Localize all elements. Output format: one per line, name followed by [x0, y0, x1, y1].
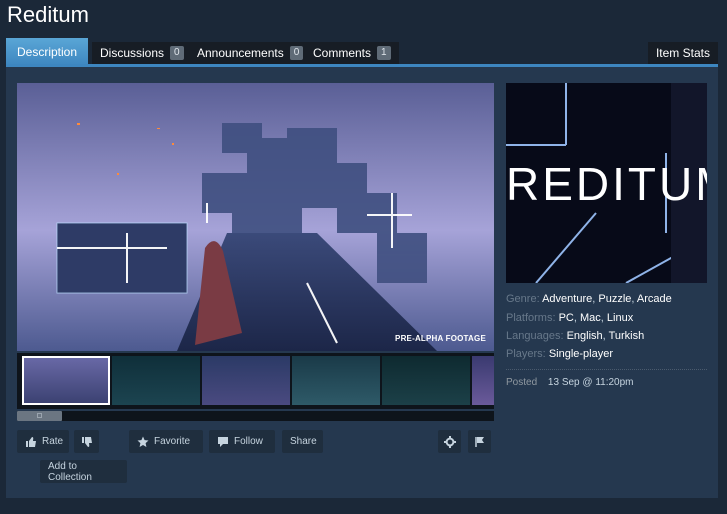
follow-label: Follow — [234, 436, 263, 447]
genre-link[interactable]: Arcade — [637, 293, 672, 305]
genre-row: Genre: Adventure, Puzzle, Arcade — [506, 293, 672, 305]
add-to-collection-label: Add to Collection — [48, 460, 92, 483]
settings-button[interactable] — [438, 430, 461, 453]
details-divider — [506, 369, 707, 370]
flag-icon — [474, 436, 484, 447]
tab-count-badge: 0 — [289, 46, 304, 60]
tab-comments[interactable]: Comments 1 — [305, 42, 399, 64]
players-row: Players: Single-player — [506, 348, 613, 360]
platform-link[interactable]: Linux — [607, 312, 633, 324]
languages-label: Languages: — [506, 330, 564, 342]
posted-label: Posted — [506, 377, 538, 388]
favorite-label: Favorite — [154, 436, 191, 447]
tab-announcements[interactable]: Announcements 0 — [189, 42, 312, 64]
language-link[interactable]: Turkish — [609, 330, 645, 342]
players-label: Players: — [506, 348, 546, 360]
posted-row: Posted 13 Sep @ 11:20pm — [506, 377, 634, 388]
rate-down-button[interactable] — [74, 430, 99, 453]
languages-row: Languages: English, Turkish — [506, 330, 645, 342]
platforms-label: Platforms: — [506, 312, 556, 324]
star-icon — [137, 436, 149, 447]
thumbs-up-icon — [26, 436, 36, 447]
tab-bar: Description Discussions 0 Announcements … — [6, 38, 718, 66]
thumbs-down-icon — [81, 436, 92, 447]
tab-count-badge: 0 — [170, 46, 184, 60]
tab-discussions[interactable]: Discussions 0 — [92, 42, 192, 64]
main-screenshot[interactable]: PRE-ALPHA FOOTAGE — [17, 83, 494, 351]
genre-link[interactable]: Adventure — [542, 293, 592, 305]
item-stats-label: Item Stats — [655, 46, 710, 60]
follow-icon — [218, 436, 228, 447]
rate-label: Rate — [42, 436, 64, 447]
favorite-button[interactable]: Favorite — [129, 430, 203, 453]
posted-date: 13 Sep @ 11:20pm — [547, 377, 634, 388]
tab-label: Announcements — [197, 46, 284, 60]
report-button[interactable] — [468, 430, 491, 453]
panel-accent-line — [6, 64, 718, 67]
capsule-title: REDITUM — [506, 158, 707, 210]
item-stats-button[interactable]: Item Stats — [647, 42, 718, 64]
follow-button[interactable]: Follow — [209, 430, 275, 453]
thumbnail[interactable] — [22, 356, 110, 405]
share-button[interactable]: Share — [282, 430, 323, 453]
share-label: Share — [290, 436, 317, 447]
tab-label: Description — [16, 45, 78, 59]
add-to-collection-button[interactable]: Add to Collection — [40, 460, 127, 483]
thumbnail[interactable] — [382, 356, 470, 405]
tab-description[interactable]: Description — [6, 38, 88, 66]
genre-label: Genre: — [506, 293, 540, 305]
thumbnail-strip — [17, 353, 494, 409]
page-title: Reditum — [7, 2, 89, 27]
gear-icon — [443, 435, 456, 448]
thumbnail[interactable] — [112, 356, 200, 405]
tab-label: Comments — [313, 46, 372, 60]
thumbnail[interactable] — [292, 356, 380, 405]
language-link[interactable]: English — [567, 330, 603, 342]
platform-link[interactable]: PC — [559, 312, 574, 324]
genre-link[interactable]: Puzzle — [598, 293, 631, 305]
footage-caption: PRE-ALPHA FOOTAGE — [395, 334, 486, 343]
thumbnail-scrollbar[interactable] — [17, 411, 494, 421]
platform-link[interactable]: Mac — [580, 312, 601, 324]
platforms-row: Platforms: PC, Mac, Linux — [506, 312, 634, 324]
thumbnail[interactable] — [472, 356, 494, 405]
tab-count-badge: 1 — [377, 46, 391, 60]
tab-label: Discussions — [100, 46, 165, 60]
players-link[interactable]: Single-player — [549, 348, 613, 360]
thumbnail[interactable] — [202, 356, 290, 405]
rate-up-button[interactable]: Rate — [17, 430, 69, 453]
game-scene-image — [17, 83, 494, 351]
capsule-image: REDITUM — [506, 83, 707, 283]
scrollbar-thumb[interactable] — [17, 411, 62, 421]
content-panel: PRE-ALPHA FOOTAGE Rate Favorite Follow S… — [6, 64, 718, 498]
